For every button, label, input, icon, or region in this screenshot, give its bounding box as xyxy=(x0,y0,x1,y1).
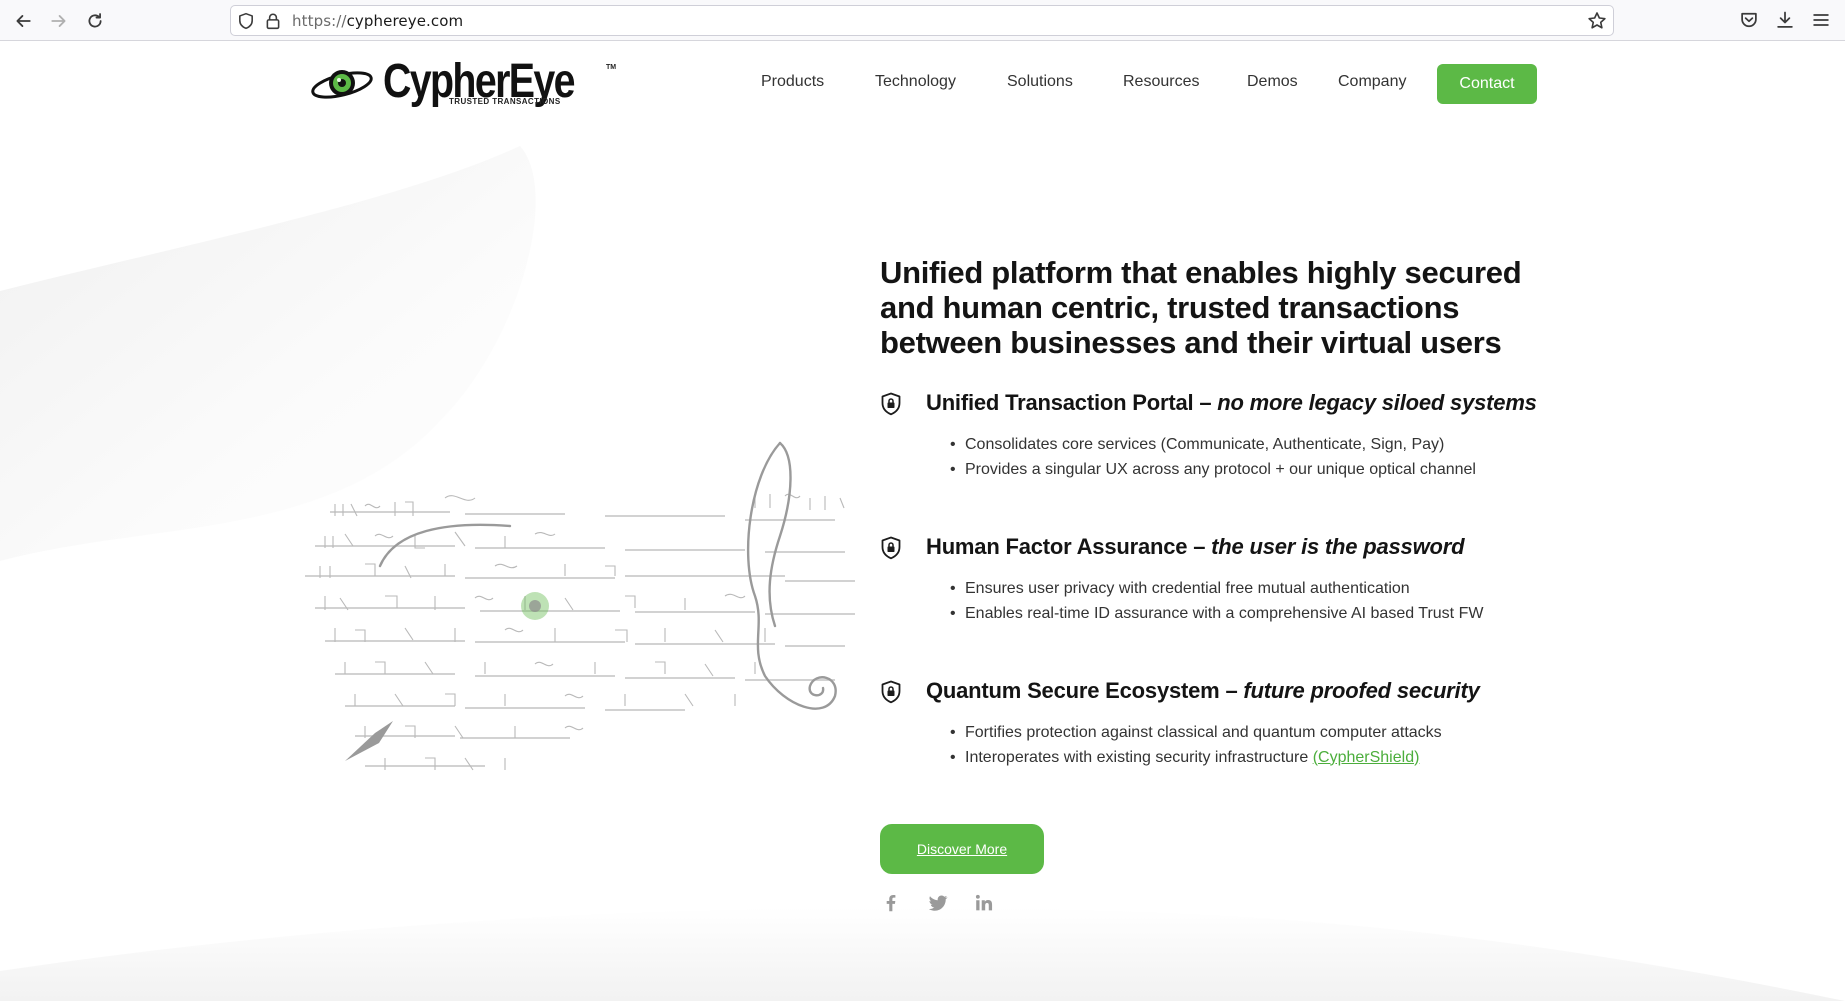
eye-logo-icon xyxy=(311,70,373,99)
download-icon xyxy=(1777,11,1793,28)
web-page: CypherEye TRUSTED TRANSACTIONS TM Produc… xyxy=(0,41,1845,1001)
feature-title-emphasis: no more legacy siloed systems xyxy=(1217,390,1537,415)
feature-bullet: Ensures user privacy with credential fre… xyxy=(950,577,1483,602)
feature-bullet: Provides a singular UX across any protoc… xyxy=(950,458,1476,483)
cyphershield-link[interactable]: (CypherShield) xyxy=(1313,749,1420,766)
feature-bullet: Enables real-time ID assurance with a co… xyxy=(950,602,1483,627)
feature-title-text: Quantum Secure Ecosystem – xyxy=(926,678,1244,703)
address-bar[interactable]: https://cyphereye.com xyxy=(230,5,1614,36)
feature-title: Unified Transaction Portal – no more leg… xyxy=(926,390,1537,416)
url-host: cyphereye.com xyxy=(346,12,464,30)
feature-title-text: Human Factor Assurance – xyxy=(926,534,1212,559)
menu-button[interactable] xyxy=(1811,10,1831,30)
feature-bullets: Consolidates core services (Communicate,… xyxy=(950,433,1476,483)
nav-demos[interactable]: Demos xyxy=(1247,73,1298,91)
feature-title-emphasis: future proofed security xyxy=(1243,678,1480,703)
linkedin-icon xyxy=(975,894,993,911)
feature-bullet: Fortifies protection against classical a… xyxy=(950,721,1442,746)
arrow-left-icon xyxy=(16,15,31,27)
shield-icon[interactable] xyxy=(237,12,255,30)
bookmark-star-icon[interactable] xyxy=(1587,11,1607,31)
hieroglyph-illustration xyxy=(305,441,855,771)
reload-button[interactable] xyxy=(81,8,109,34)
twitter-icon xyxy=(928,895,948,911)
shield-lock-icon xyxy=(881,392,901,416)
twitter-link[interactable] xyxy=(926,891,950,915)
browser-toolbar: https://cyphereye.com xyxy=(0,0,1845,41)
facebook-link[interactable] xyxy=(879,891,903,915)
lock-icon[interactable] xyxy=(264,12,282,30)
logo-trademark: TM xyxy=(606,64,617,71)
back-button[interactable] xyxy=(9,8,37,34)
cyphereye-logo[interactable]: CypherEye TRUSTED TRANSACTIONS TM xyxy=(308,53,617,111)
hero-content: Unified platform that enables highly sec… xyxy=(880,255,1560,360)
downloads-button[interactable] xyxy=(1775,10,1795,30)
feature-bullet-text: Interoperates with existing security inf… xyxy=(965,748,1313,766)
reload-icon xyxy=(88,13,102,28)
forward-button[interactable] xyxy=(45,8,73,34)
feature-title: Quantum Secure Ecosystem – future proofe… xyxy=(926,678,1480,704)
feature-title: Human Factor Assurance – the user is the… xyxy=(926,534,1465,560)
nav-resources[interactable]: Resources xyxy=(1123,73,1199,91)
logo-tagline: TRUSTED TRANSACTIONS xyxy=(449,97,561,106)
shield-lock-icon xyxy=(881,680,901,704)
glyph-symbols xyxy=(319,493,845,771)
shield-lock-icon xyxy=(881,536,901,560)
discover-more-button[interactable]: Discover More xyxy=(880,824,1044,874)
feature-bullets: Ensures user privacy with credential fre… xyxy=(950,577,1483,627)
facebook-icon xyxy=(886,895,896,912)
url-text[interactable]: https://cyphereye.com xyxy=(292,12,463,30)
url-protocol: https:// xyxy=(292,12,347,30)
nav-company[interactable]: Company xyxy=(1338,73,1406,91)
nav-solutions[interactable]: Solutions xyxy=(1007,73,1073,91)
hamburger-menu-icon xyxy=(1813,14,1829,26)
linkedin-link[interactable] xyxy=(972,891,996,915)
hero-headline: Unified platform that enables highly sec… xyxy=(880,255,1522,360)
pocket-icon xyxy=(1741,12,1757,28)
feature-bullet: Consolidates core services (Communicate,… xyxy=(950,433,1476,458)
contact-button[interactable]: Contact xyxy=(1437,64,1537,104)
feature-bullets: Fortifies protection against classical a… xyxy=(950,721,1442,771)
feature-title-text: Unified Transaction Portal – xyxy=(926,390,1218,415)
pocket-button[interactable] xyxy=(1739,10,1759,30)
feature-title-emphasis: the user is the password xyxy=(1211,534,1465,559)
nav-technology[interactable]: Technology xyxy=(875,73,956,91)
feature-bullet-with-link: Interoperates with existing security inf… xyxy=(950,746,1442,771)
glyph-green-dot-core xyxy=(529,600,541,612)
glyph-arrowhead xyxy=(345,721,393,761)
arrow-right-icon xyxy=(51,15,66,27)
nav-products[interactable]: Products xyxy=(761,73,824,91)
